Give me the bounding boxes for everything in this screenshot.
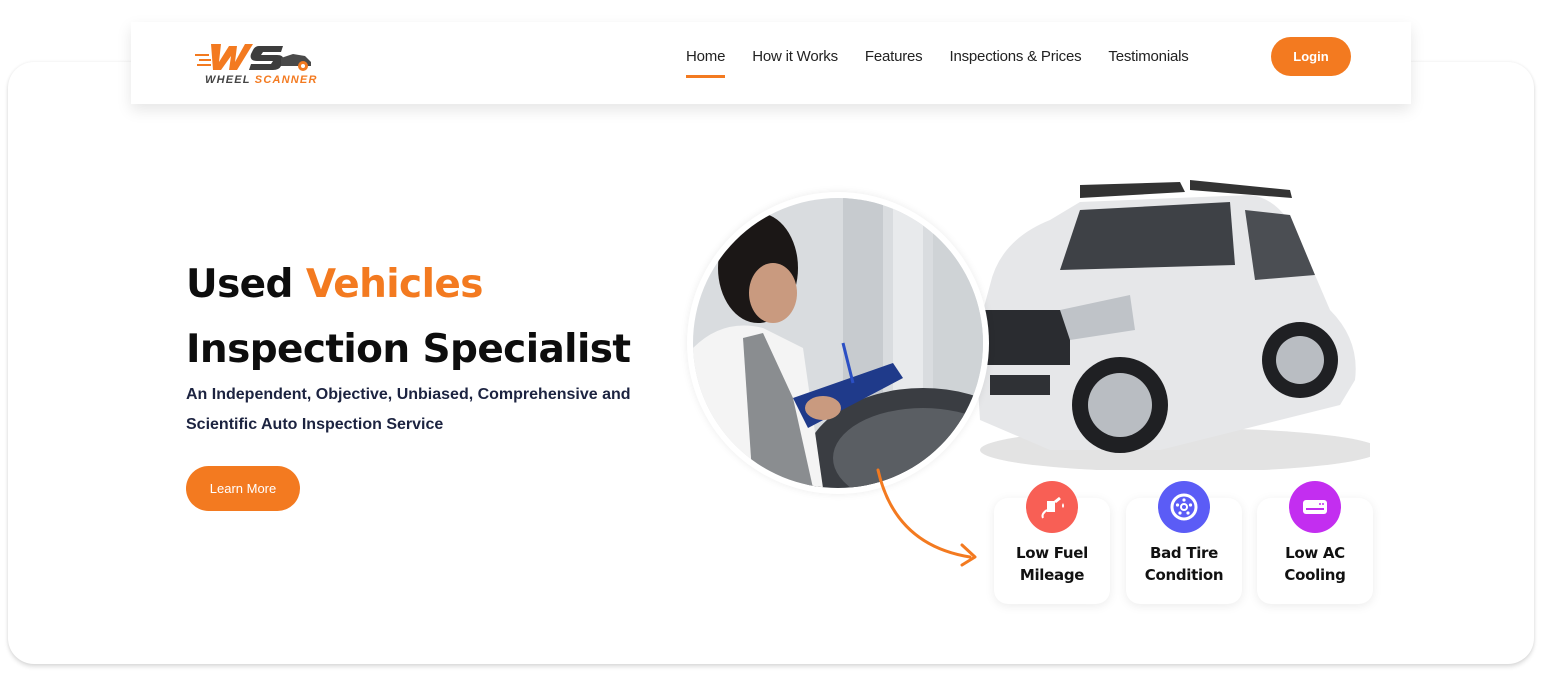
logo-word-scanner: SCANNER [254, 74, 318, 86]
learn-more-button[interactable]: Learn More [186, 466, 300, 511]
nav-features[interactable]: Features [865, 48, 923, 65]
feature-card-ac: Low AC Cooling [1257, 481, 1373, 604]
main-nav: Home How it Works Features Inspections &… [686, 48, 1216, 78]
feature-label-tire: Bad Tire Condition [1126, 542, 1242, 586]
logo-mark-icon [195, 44, 311, 71]
nav-how-it-works[interactable]: How it Works [752, 48, 838, 65]
logo-word-wheel: WHEEL [205, 74, 251, 86]
feature-label-tire-line2: Condition [1144, 566, 1224, 584]
suv-image [930, 180, 1380, 472]
mechanic-photo [687, 192, 989, 494]
air-conditioner-icon [1289, 481, 1341, 533]
hero-title-part1: Used [186, 262, 306, 307]
feature-card-fuel: Low Fuel Mileage [994, 481, 1110, 604]
hero-title-accent: Vehicles [305, 262, 484, 307]
feature-label-ac-line2: Cooling [1284, 566, 1346, 584]
mechanic-photo-image [693, 198, 983, 488]
feature-label-fuel: Low Fuel Mileage [994, 542, 1110, 586]
logo-text: WHEEL SCANNER [205, 74, 318, 86]
feature-label-ac: Low AC Cooling [1257, 542, 1373, 586]
feature-label-fuel-line1: Low Fuel [1015, 544, 1089, 562]
hero-title: Used Vehicles Inspection Specialist [186, 252, 706, 382]
hero-title-part2: Inspection Specialist [186, 327, 631, 372]
nav-inspections-prices[interactable]: Inspections & Prices [950, 48, 1082, 65]
nav-testimonials[interactable]: Testimonials [1108, 48, 1188, 65]
hero-subtitle: An Independent, Objective, Unbiased, Com… [186, 386, 631, 433]
tire-icon [1158, 481, 1210, 533]
feature-card-tire: Bad Tire Condition [1126, 481, 1242, 604]
login-button[interactable]: Login [1271, 37, 1351, 76]
feature-label-ac-line1: Low AC [1285, 544, 1345, 562]
feature-label-fuel-line2: Mileage [1019, 566, 1085, 584]
nav-home[interactable]: Home [686, 48, 726, 78]
fuel-pump-icon [1026, 481, 1078, 533]
curved-arrow-icon [876, 468, 977, 567]
logo[interactable]: WHEEL SCANNER [193, 36, 323, 92]
navbar: WHEEL SCANNER Home How it Works Features… [131, 22, 1411, 104]
feature-label-tire-line1: Bad Tire [1149, 544, 1219, 562]
